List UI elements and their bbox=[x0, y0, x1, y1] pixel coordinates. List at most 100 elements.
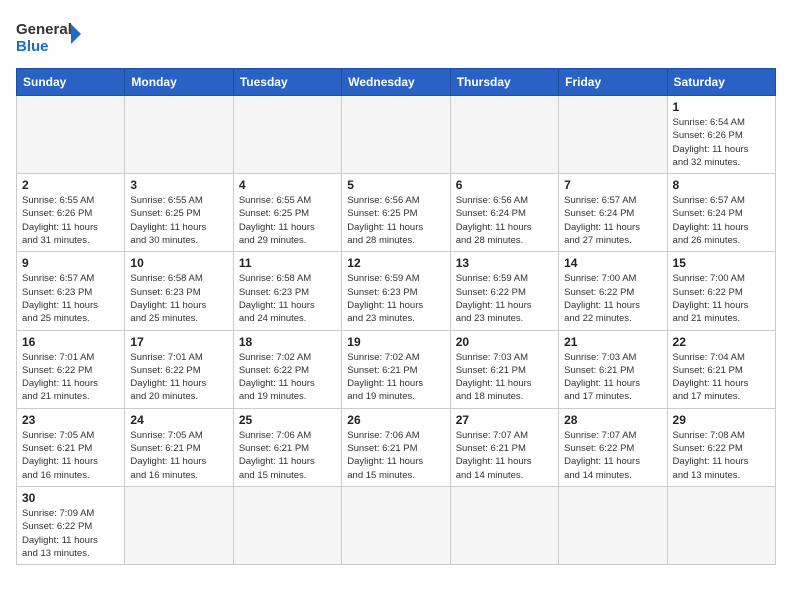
day-info: Sunrise: 7:02 AM Sunset: 6:21 PM Dayligh… bbox=[347, 351, 444, 404]
calendar-cell: 19 Sunrise: 7:02 AM Sunset: 6:21 PM Dayli… bbox=[342, 330, 450, 408]
calendar-cell: 24 Sunrise: 7:05 AM Sunset: 6:21 PM Dayli… bbox=[125, 408, 233, 486]
calendar-cell: 13 Sunrise: 6:59 AM Sunset: 6:22 PM Dayli… bbox=[450, 252, 558, 330]
day-info: Sunrise: 7:03 AM Sunset: 6:21 PM Dayligh… bbox=[456, 351, 553, 404]
day-info: Sunrise: 7:01 AM Sunset: 6:22 PM Dayligh… bbox=[22, 351, 119, 404]
weekday-header-friday: Friday bbox=[559, 69, 667, 96]
day-info: Sunrise: 6:55 AM Sunset: 6:26 PM Dayligh… bbox=[22, 194, 119, 247]
day-info: Sunrise: 6:59 AM Sunset: 6:22 PM Dayligh… bbox=[456, 272, 553, 325]
day-number: 11 bbox=[239, 256, 336, 270]
calendar-cell bbox=[342, 96, 450, 174]
day-number: 16 bbox=[22, 335, 119, 349]
calendar-cell: 23 Sunrise: 7:05 AM Sunset: 6:21 PM Dayli… bbox=[17, 408, 125, 486]
day-info: Sunrise: 7:05 AM Sunset: 6:21 PM Dayligh… bbox=[22, 429, 119, 482]
day-number: 30 bbox=[22, 491, 119, 505]
day-info: Sunrise: 6:57 AM Sunset: 6:24 PM Dayligh… bbox=[673, 194, 770, 247]
calendar-cell: 25 Sunrise: 7:06 AM Sunset: 6:21 PM Dayli… bbox=[233, 408, 341, 486]
day-info: Sunrise: 7:06 AM Sunset: 6:21 PM Dayligh… bbox=[239, 429, 336, 482]
day-info: Sunrise: 6:55 AM Sunset: 6:25 PM Dayligh… bbox=[130, 194, 227, 247]
day-info: Sunrise: 6:55 AM Sunset: 6:25 PM Dayligh… bbox=[239, 194, 336, 247]
calendar-cell bbox=[667, 486, 775, 564]
day-number: 19 bbox=[347, 335, 444, 349]
calendar-cell: 9Sunrise: 6:57 AM Sunset: 6:23 PM Daylig… bbox=[17, 252, 125, 330]
calendar-cell: 12Sunrise: 6:59 AM Sunset: 6:23 PM Dayli… bbox=[342, 252, 450, 330]
calendar-cell: 15 Sunrise: 7:00 AM Sunset: 6:22 PM Dayli… bbox=[667, 252, 775, 330]
calendar-cell: 11 Sunrise: 6:58 AM Sunset: 6:23 PM Dayli… bbox=[233, 252, 341, 330]
day-info: Sunrise: 7:00 AM Sunset: 6:22 PM Dayligh… bbox=[673, 272, 770, 325]
calendar-cell bbox=[125, 486, 233, 564]
calendar-cell: 22 Sunrise: 7:04 AM Sunset: 6:21 PM Dayli… bbox=[667, 330, 775, 408]
day-number: 9 bbox=[22, 256, 119, 270]
day-number: 20 bbox=[456, 335, 553, 349]
calendar-cell bbox=[233, 486, 341, 564]
calendar-cell: 14Sunrise: 7:00 AM Sunset: 6:22 PM Dayli… bbox=[559, 252, 667, 330]
calendar-cell: 10 Sunrise: 6:58 AM Sunset: 6:23 PM Dayli… bbox=[125, 252, 233, 330]
day-info: Sunrise: 7:03 AM Sunset: 6:21 PM Dayligh… bbox=[564, 351, 661, 404]
logo-svg: GeneralBlue bbox=[16, 16, 86, 56]
weekday-header-wednesday: Wednesday bbox=[342, 69, 450, 96]
day-info: Sunrise: 7:05 AM Sunset: 6:21 PM Dayligh… bbox=[130, 429, 227, 482]
weekday-header-tuesday: Tuesday bbox=[233, 69, 341, 96]
day-info: Sunrise: 6:56 AM Sunset: 6:24 PM Dayligh… bbox=[456, 194, 553, 247]
calendar-cell: 5 Sunrise: 6:56 AM Sunset: 6:25 PM Daylig… bbox=[342, 174, 450, 252]
calendar-cell bbox=[450, 96, 558, 174]
day-number: 23 bbox=[22, 413, 119, 427]
day-info: Sunrise: 7:08 AM Sunset: 6:22 PM Dayligh… bbox=[673, 429, 770, 482]
svg-text:Blue: Blue bbox=[16, 38, 49, 55]
day-number: 18 bbox=[239, 335, 336, 349]
calendar-cell: 30Sunrise: 7:09 AM Sunset: 6:22 PM Dayli… bbox=[17, 486, 125, 564]
day-info: Sunrise: 6:58 AM Sunset: 6:23 PM Dayligh… bbox=[239, 272, 336, 325]
calendar-cell: 16 Sunrise: 7:01 AM Sunset: 6:22 PM Dayli… bbox=[17, 330, 125, 408]
page-header: GeneralBlue bbox=[16, 16, 776, 56]
day-number: 21 bbox=[564, 335, 661, 349]
calendar-cell bbox=[450, 486, 558, 564]
day-number: 25 bbox=[239, 413, 336, 427]
day-number: 5 bbox=[347, 178, 444, 192]
calendar-cell: 29 Sunrise: 7:08 AM Sunset: 6:22 PM Dayli… bbox=[667, 408, 775, 486]
day-number: 13 bbox=[456, 256, 553, 270]
weekday-header-saturday: Saturday bbox=[667, 69, 775, 96]
day-info: Sunrise: 7:07 AM Sunset: 6:21 PM Dayligh… bbox=[456, 429, 553, 482]
day-info: Sunrise: 6:58 AM Sunset: 6:23 PM Dayligh… bbox=[130, 272, 227, 325]
day-number: 7 bbox=[564, 178, 661, 192]
calendar-cell: 26 Sunrise: 7:06 AM Sunset: 6:21 PM Dayli… bbox=[342, 408, 450, 486]
calendar-cell bbox=[559, 96, 667, 174]
day-number: 27 bbox=[456, 413, 553, 427]
day-info: Sunrise: 7:02 AM Sunset: 6:22 PM Dayligh… bbox=[239, 351, 336, 404]
day-info: Sunrise: 6:57 AM Sunset: 6:24 PM Dayligh… bbox=[564, 194, 661, 247]
calendar-cell: 17Sunrise: 7:01 AM Sunset: 6:22 PM Dayli… bbox=[125, 330, 233, 408]
day-number: 29 bbox=[673, 413, 770, 427]
calendar-cell: 6 Sunrise: 6:56 AM Sunset: 6:24 PM Daylig… bbox=[450, 174, 558, 252]
day-info: Sunrise: 7:01 AM Sunset: 6:22 PM Dayligh… bbox=[130, 351, 227, 404]
day-info: Sunrise: 7:00 AM Sunset: 6:22 PM Dayligh… bbox=[564, 272, 661, 325]
calendar-cell: 4 Sunrise: 6:55 AM Sunset: 6:25 PM Daylig… bbox=[233, 174, 341, 252]
calendar-table: SundayMondayTuesdayWednesdayThursdayFrid… bbox=[16, 68, 776, 565]
day-number: 26 bbox=[347, 413, 444, 427]
calendar-cell: 18 Sunrise: 7:02 AM Sunset: 6:22 PM Dayli… bbox=[233, 330, 341, 408]
calendar-cell: 28Sunrise: 7:07 AM Sunset: 6:22 PM Dayli… bbox=[559, 408, 667, 486]
day-number: 6 bbox=[456, 178, 553, 192]
calendar-cell: 27 Sunrise: 7:07 AM Sunset: 6:21 PM Dayli… bbox=[450, 408, 558, 486]
day-number: 4 bbox=[239, 178, 336, 192]
day-info: Sunrise: 7:04 AM Sunset: 6:21 PM Dayligh… bbox=[673, 351, 770, 404]
weekday-header-sunday: Sunday bbox=[17, 69, 125, 96]
logo: GeneralBlue bbox=[16, 16, 86, 56]
day-info: Sunrise: 6:54 AM Sunset: 6:26 PM Dayligh… bbox=[673, 116, 770, 169]
calendar-cell bbox=[342, 486, 450, 564]
day-number: 15 bbox=[673, 256, 770, 270]
weekday-header-row: SundayMondayTuesdayWednesdayThursdayFrid… bbox=[17, 69, 776, 96]
weekday-header-thursday: Thursday bbox=[450, 69, 558, 96]
day-info: Sunrise: 7:07 AM Sunset: 6:22 PM Dayligh… bbox=[564, 429, 661, 482]
day-number: 3 bbox=[130, 178, 227, 192]
calendar-cell: 21 Sunrise: 7:03 AM Sunset: 6:21 PM Dayli… bbox=[559, 330, 667, 408]
day-info: Sunrise: 6:56 AM Sunset: 6:25 PM Dayligh… bbox=[347, 194, 444, 247]
calendar-cell bbox=[233, 96, 341, 174]
day-number: 10 bbox=[130, 256, 227, 270]
day-number: 12 bbox=[347, 256, 444, 270]
day-info: Sunrise: 7:06 AM Sunset: 6:21 PM Dayligh… bbox=[347, 429, 444, 482]
svg-text:General: General bbox=[16, 21, 72, 38]
day-number: 22 bbox=[673, 335, 770, 349]
calendar-cell: 20 Sunrise: 7:03 AM Sunset: 6:21 PM Dayli… bbox=[450, 330, 558, 408]
weekday-header-monday: Monday bbox=[125, 69, 233, 96]
day-number: 8 bbox=[673, 178, 770, 192]
day-number: 24 bbox=[130, 413, 227, 427]
